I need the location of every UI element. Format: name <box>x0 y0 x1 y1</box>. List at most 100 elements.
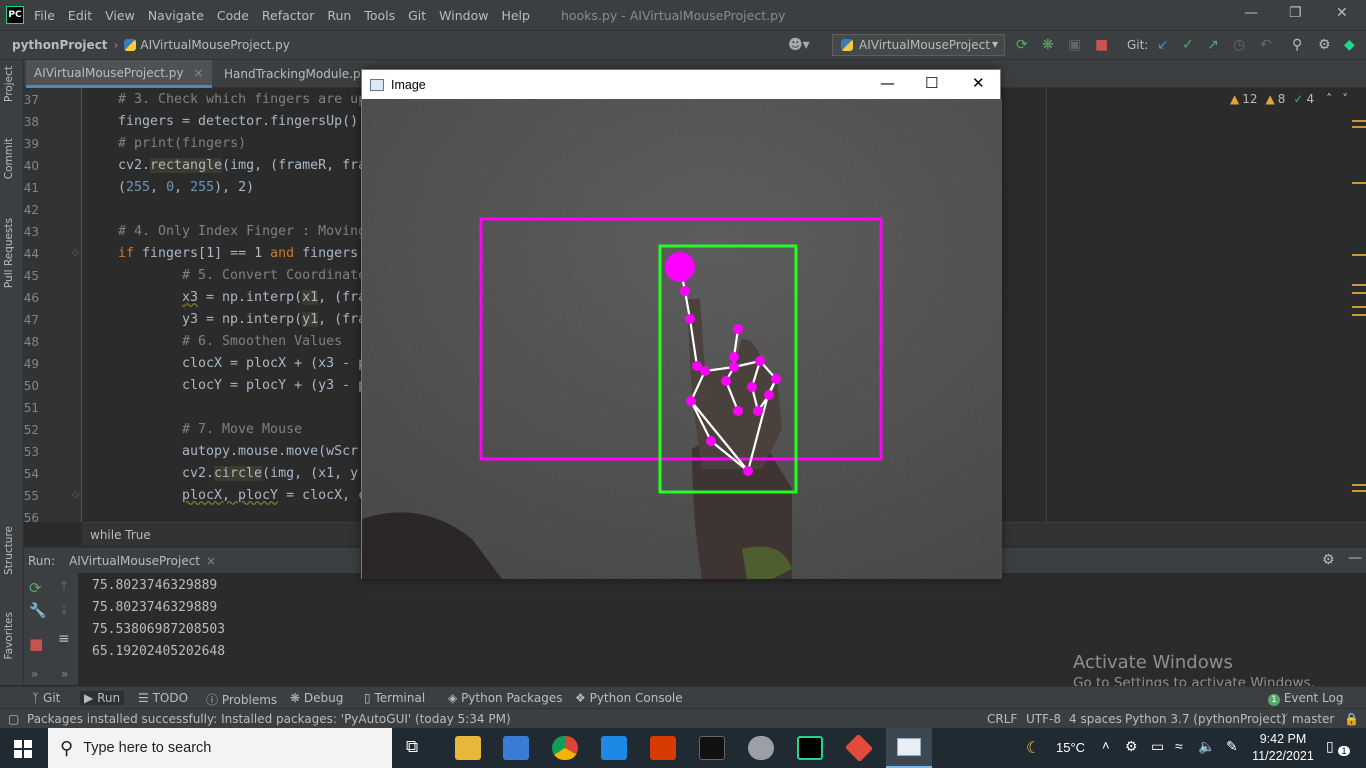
terminal-app-icon[interactable] <box>699 736 725 760</box>
settings-gear-icon[interactable]: ⚙ <box>1322 552 1335 568</box>
status-panel-icon[interactable]: ▢ <box>8 712 19 726</box>
status-message[interactable]: Packages installed successfully: Install… <box>27 712 511 726</box>
tool-python-console[interactable]: ❖ Python Console <box>575 691 683 705</box>
clock-time[interactable]: 9:42 PM <box>1255 732 1311 746</box>
maximize-icon[interactable]: ☐ <box>925 74 938 92</box>
breadcrumb-file[interactable]: AIVirtualMouseProject.py <box>140 38 289 52</box>
wrench-icon[interactable]: 🔧 <box>29 603 46 619</box>
run-tab[interactable]: AIVirtualMouseProject <box>69 554 200 568</box>
breadcrumb-project[interactable]: pythonProject <box>12 38 108 52</box>
git-commit-icon[interactable]: ✓ <box>1182 37 1194 53</box>
pycharm-taskbar-icon[interactable] <box>797 736 823 760</box>
minimize-icon[interactable]: — <box>1244 5 1258 21</box>
volume-icon[interactable]: 🔈 <box>1198 738 1215 755</box>
stop-icon[interactable]: ■ <box>29 635 43 653</box>
rerun-icon[interactable]: ⟳ <box>29 579 42 597</box>
menu-view[interactable]: View <box>105 8 135 23</box>
debug-bug-icon[interactable]: ❋ <box>1042 37 1054 53</box>
microsoft-store-icon[interactable] <box>503 736 529 760</box>
menu-git[interactable]: Git <box>408 8 426 23</box>
chevron-up-icon[interactable]: ˄ <box>1102 738 1110 753</box>
windows-start-icon[interactable] <box>14 740 32 758</box>
tool-run[interactable]: ▶ Run <box>80 691 125 705</box>
file-encoding[interactable]: UTF-8 <box>1026 712 1061 726</box>
menu-help[interactable]: Help <box>501 8 530 23</box>
run-config-selector[interactable]: AIVirtualMouseProject ▾ <box>832 34 1005 56</box>
indent-setting[interactable]: 4 spaces <box>1069 712 1122 726</box>
arrow-down-icon[interactable]: ↓ <box>59 603 69 617</box>
menu-window[interactable]: Window <box>439 8 488 23</box>
restore-icon[interactable]: ❐ <box>1289 5 1302 21</box>
jetbrains-icon[interactable]: ◆ <box>1344 37 1355 53</box>
soft-wrap-icon[interactable]: ≡ <box>58 631 70 647</box>
git-push-icon[interactable]: ↗ <box>1207 37 1219 53</box>
lock-icon[interactable]: 🔒 <box>1344 712 1359 726</box>
tool-problems[interactable]: ⓘ Problems <box>206 691 277 708</box>
python-interpreter[interactable]: Python 3.7 (pythonProject) <box>1125 712 1286 726</box>
database-icon[interactable] <box>748 736 774 760</box>
git-app-icon[interactable] <box>844 733 874 763</box>
close-icon[interactable]: ✕ <box>1336 5 1348 21</box>
tool-structure[interactable]: Structure <box>3 526 15 575</box>
code-line-47: y3 = np.interp(y1, (fra <box>182 312 367 327</box>
tool-debug[interactable]: ❋ Debug <box>290 691 343 705</box>
run-tab-close-icon[interactable]: × <box>206 554 216 568</box>
menu-file[interactable]: File <box>34 8 55 23</box>
file-explorer-icon[interactable] <box>455 736 481 760</box>
tool-todo[interactable]: ☰ TODO <box>138 691 188 705</box>
chrome-icon[interactable] <box>552 736 578 760</box>
tab-close-icon[interactable]: × <box>193 66 203 80</box>
pen-icon[interactable]: ✎ <box>1226 738 1238 755</box>
git-update-icon[interactable]: ↙ <box>1157 37 1169 53</box>
image-window[interactable]: Image — ☐ ✕ <box>361 69 1002 579</box>
more-icon[interactable]: » <box>31 667 38 681</box>
menu-edit[interactable]: Edit <box>68 8 92 23</box>
menu-run[interactable]: Run <box>327 8 351 23</box>
search-icon[interactable]: ⚲ <box>1292 37 1302 53</box>
menu-navigate[interactable]: Navigate <box>148 8 204 23</box>
tab-handtrackingmodule[interactable]: HandTrackingModule.py <box>216 60 376 88</box>
fold-icon[interactable]: ◇ <box>72 248 79 258</box>
hide-panel-icon[interactable]: — <box>1348 550 1362 566</box>
rerun-icon[interactable]: ⟳ <box>1016 37 1028 53</box>
inspection-widget[interactable]: ▲ 12 ▲ 8 ✓ 4 ˄ ˅ <box>1230 89 1348 109</box>
vscode-icon[interactable] <box>601 736 627 760</box>
office-icon[interactable] <box>650 736 676 760</box>
tool-python-packages[interactable]: ◈ Python Packages <box>448 691 562 705</box>
info-icon: ⓘ <box>206 693 219 707</box>
tool-git[interactable]: ᛉ Git <box>32 691 60 705</box>
git-branch[interactable]: ᛉ master <box>1281 712 1334 726</box>
notification-icon[interactable]: ▯ <box>1326 738 1334 755</box>
stop-icon[interactable]: ■ <box>1095 37 1108 53</box>
taskbar-search[interactable]: ⚲ Type here to search <box>48 728 392 768</box>
settings-gear-icon[interactable]: ⚙ <box>1318 37 1331 53</box>
menu-code[interactable]: Code <box>217 8 249 23</box>
line-number: 46 <box>23 291 39 305</box>
rollback-icon[interactable]: ↶ <box>1260 37 1272 53</box>
battery-icon[interactable]: ▭ <box>1151 738 1164 755</box>
task-view-icon[interactable]: ⧉ <box>406 737 418 757</box>
minimize-icon[interactable]: — <box>880 74 895 92</box>
chevron-up-icon[interactable]: ˄ <box>1326 92 1332 106</box>
close-icon[interactable]: ✕ <box>972 74 985 92</box>
tab-aivirtualmouseproject[interactable]: AIVirtualMouseProject.py × <box>26 60 212 88</box>
tray-app-icon[interactable]: ⚙ <box>1125 738 1138 755</box>
user-icon[interactable]: ☻▾ <box>788 37 810 53</box>
menu-refactor[interactable]: Refactor <box>262 8 314 23</box>
image-window-taskbar-item[interactable] <box>886 728 932 768</box>
image-window-titlebar[interactable]: Image <box>362 70 1000 99</box>
clock-date[interactable]: 11/22/2021 <box>1251 749 1315 763</box>
weather-temperature[interactable]: 15°C <box>1056 740 1085 755</box>
arrow-up-icon[interactable]: ↑ <box>59 579 69 593</box>
event-log[interactable]: 1 Event Log <box>1268 691 1343 706</box>
more-icon[interactable]: » <box>61 667 68 681</box>
menu-tools[interactable]: Tools <box>364 8 395 23</box>
tool-terminal[interactable]: ▯ Terminal <box>364 691 425 705</box>
coverage-icon[interactable]: ▣ <box>1068 37 1081 53</box>
chevron-down-icon[interactable]: ˅ <box>1342 92 1348 106</box>
tool-favorites[interactable]: Favorites <box>3 612 15 659</box>
line-separator[interactable]: CRLF <box>987 712 1017 726</box>
wifi-icon[interactable]: ≈ <box>1175 738 1183 754</box>
history-icon[interactable]: ◷ <box>1233 37 1245 53</box>
fold-icon[interactable]: ◇ <box>72 490 79 500</box>
